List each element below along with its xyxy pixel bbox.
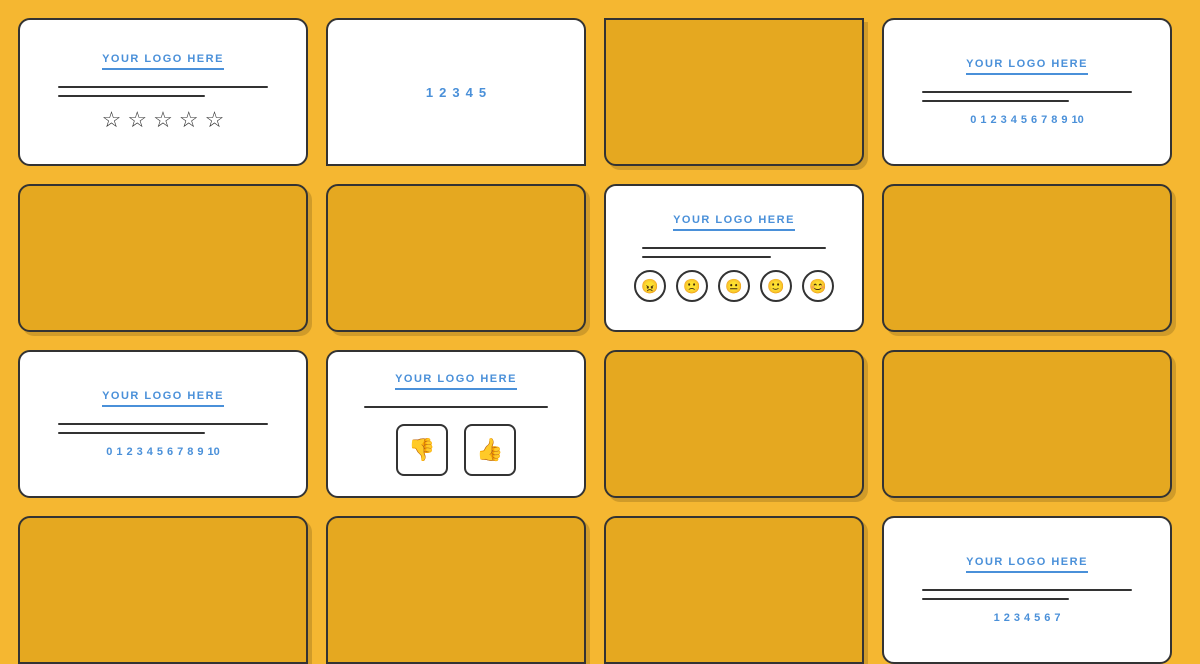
emoji-very-happy: 😊 — [802, 270, 834, 302]
n6: 6 — [1031, 114, 1037, 126]
line-2 — [642, 256, 771, 258]
n0: 0 — [970, 114, 976, 126]
thumbs-down-icon: 👎 — [408, 437, 435, 463]
nps-partial-numbers: 1 2 3 4 5 6 7 — [994, 612, 1061, 624]
star-2: ☆ — [127, 109, 147, 131]
yellow-card-r2c2 — [326, 184, 586, 332]
n10: 10 — [1072, 114, 1084, 126]
line-1 — [642, 247, 826, 249]
logo-text-r2c3: YOUR LOGO HERE — [673, 214, 795, 231]
n1: 1 — [980, 114, 986, 126]
n8: 8 — [1051, 114, 1057, 126]
main-grid: YOUR LOGO HERE ☆ ☆ ☆ ☆ ☆ 1 2 3 4 5 — [0, 0, 1200, 630]
nps-0-10-card: YOUR LOGO HERE 0 1 2 3 4 5 6 7 8 9 10 — [882, 18, 1172, 166]
emoji-rating-card: YOUR LOGO HERE 😠 🙁 😐 🙂 😊 — [604, 184, 864, 332]
nps-0-10-row: 0 1 2 3 4 5 6 7 8 9 10 — [970, 114, 1084, 126]
emoji-sad: 🙁 — [676, 270, 708, 302]
logo-text-r1c4: YOUR LOGO HERE — [966, 58, 1088, 75]
yellow-card-r1c3 — [604, 18, 864, 166]
n2: 2 — [991, 114, 997, 126]
line-1 — [58, 86, 267, 88]
n9: 9 — [1061, 114, 1067, 126]
star-4: ☆ — [179, 109, 199, 131]
emoji-angry: 😠 — [634, 270, 666, 302]
line-1 — [58, 423, 267, 425]
line-2 — [58, 432, 204, 434]
yellow-card-r4c2 — [326, 516, 586, 664]
text-lines-r3c1 — [58, 423, 267, 434]
logo-text-r3c1: YOUR LOGO HERE — [102, 390, 224, 407]
star-3: ☆ — [153, 109, 173, 131]
star-rating-card: YOUR LOGO HERE ☆ ☆ ☆ ☆ ☆ — [18, 18, 308, 166]
text-lines-r3c2 — [364, 406, 548, 408]
num-2: 2 — [439, 85, 446, 100]
star-1: ☆ — [102, 109, 122, 131]
line-2 — [922, 598, 1068, 600]
nps-partial-r3c1: YOUR LOGO HERE 0 1 2 3 4 5 6 7 8 9 10 — [18, 350, 308, 498]
n4: 4 — [1011, 114, 1017, 126]
yellow-card-r2c4 — [882, 184, 1172, 332]
text-lines-r1c4 — [922, 91, 1131, 102]
num-5: 5 — [479, 85, 486, 100]
n7: 7 — [1041, 114, 1047, 126]
yellow-card-r3c3 — [604, 350, 864, 498]
num-1: 1 — [426, 85, 433, 100]
thumbs-up-box: 👍 — [464, 424, 516, 476]
text-lines-r2c3 — [642, 247, 826, 258]
n5: 5 — [1021, 114, 1027, 126]
nps-1-5-card: 1 2 3 4 5 — [326, 18, 586, 166]
line-1 — [922, 91, 1131, 93]
thumbs-down-box: 👎 — [396, 424, 448, 476]
emoji-happy: 🙂 — [760, 270, 792, 302]
n3: 3 — [1001, 114, 1007, 126]
thumbs-up-icon: 👍 — [476, 437, 503, 463]
num-4: 4 — [466, 85, 473, 100]
text-lines — [58, 86, 267, 97]
logo-text-r4c4: YOUR LOGO HERE — [966, 556, 1088, 573]
nps-numbers-r3c1: 0 1 2 3 4 5 6 7 8 9 10 — [106, 446, 220, 458]
logo-text-r3c2: YOUR LOGO HERE — [395, 373, 517, 390]
yellow-card-r4c1 — [18, 516, 308, 664]
thumbs-rating-card: YOUR LOGO HERE 👎 👍 — [326, 350, 586, 498]
nps-partial-r4c4: YOUR LOGO HERE 1 2 3 4 5 6 7 — [882, 516, 1172, 664]
emoji-neutral: 😐 — [718, 270, 750, 302]
emoji-row: 😠 🙁 😐 🙂 😊 — [634, 270, 834, 302]
star-rating-row: ☆ ☆ ☆ ☆ ☆ — [102, 109, 225, 131]
yellow-card-r4c3 — [604, 516, 864, 664]
star-5: ☆ — [205, 109, 225, 131]
yellow-card-r3c4 — [882, 350, 1172, 498]
text-lines-r4c4 — [922, 589, 1131, 600]
num-3: 3 — [452, 85, 459, 100]
yellow-card-r2c1 — [18, 184, 308, 332]
logo-text: YOUR LOGO HERE — [102, 53, 224, 70]
line-2 — [58, 95, 204, 97]
line-1 — [364, 406, 548, 408]
line-2 — [922, 100, 1068, 102]
line-1 — [922, 589, 1131, 591]
thumbs-row: 👎 👍 — [396, 424, 516, 476]
nps-numbers-row: 1 2 3 4 5 — [426, 85, 486, 100]
